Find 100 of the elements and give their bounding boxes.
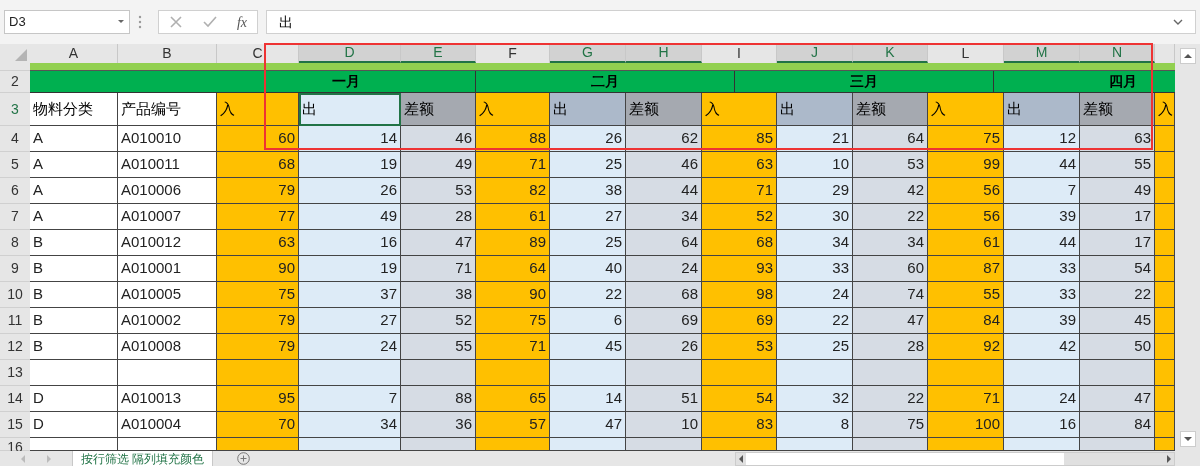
header-cell: 物料分类 (30, 93, 118, 126)
row-header[interactable]: 4 (0, 126, 30, 152)
header-cell: 入 (217, 93, 299, 126)
table-cell: A010004 (118, 412, 217, 438)
table-cell: 29 (777, 178, 853, 204)
row-header[interactable]: 5 (0, 152, 30, 178)
table-cell: 16 (1004, 412, 1080, 438)
table-cell (1155, 360, 1175, 386)
row-header[interactable]: 14 (0, 386, 30, 412)
table-cell: 26 (626, 334, 702, 360)
table-cell: 88 (401, 386, 476, 412)
table-cell: 100 (928, 412, 1004, 438)
scroll-down-icon[interactable] (1179, 431, 1196, 447)
row-header[interactable]: 13 (0, 360, 30, 386)
table-cell: 44 (1004, 230, 1080, 256)
row-header[interactable]: 10 (0, 282, 30, 308)
table-cell: 24 (299, 334, 401, 360)
table-cell: 19 (299, 256, 401, 282)
table-cell: 74 (853, 282, 928, 308)
row-header[interactable]: 11 (0, 308, 30, 334)
table-cell: D (30, 412, 118, 438)
table-cell: 79 (217, 334, 299, 360)
table-cell: 24 (1004, 386, 1080, 412)
table-cell: 92 (928, 334, 1004, 360)
dropdown-caret-icon[interactable] (117, 19, 125, 25)
header-cell: 差额 (626, 93, 702, 126)
table-cell: 34 (299, 412, 401, 438)
row-header[interactable]: 6 (0, 178, 30, 204)
table-cell: 32 (777, 386, 853, 412)
table-cell: A010012 (118, 230, 217, 256)
table-cell: 75 (928, 126, 1004, 152)
table-cell: 53 (401, 178, 476, 204)
table-cell: 84 (1080, 412, 1155, 438)
table-cell: 40 (550, 256, 626, 282)
table-cell: 84 (928, 308, 1004, 334)
row-header[interactable]: 12 (0, 334, 30, 360)
expand-caret-icon[interactable] (1173, 19, 1183, 25)
table-cell: 34 (853, 230, 928, 256)
row-header[interactable] (0, 63, 30, 71)
row-header[interactable]: 3 (0, 93, 30, 126)
table-cell: 33 (777, 256, 853, 282)
table-cell: 42 (853, 178, 928, 204)
table-cell: 28 (401, 204, 476, 230)
check-icon[interactable] (202, 15, 217, 29)
table-cell: 50 (1080, 334, 1155, 360)
table-cell: 34 (626, 204, 702, 230)
table-cell: 53 (702, 334, 777, 360)
table-cell: 60 (853, 256, 928, 282)
header-cell: 出 (1004, 93, 1080, 126)
table-cell: A010011 (118, 152, 217, 178)
horizontal-scrollbar[interactable] (735, 451, 1175, 466)
table-cell: 87 (928, 256, 1004, 282)
table-cell: 54 (1080, 256, 1155, 282)
sheet-tab[interactable]: 按行筛选 隔列填充颜色 (72, 451, 214, 466)
row-header[interactable]: 15 (0, 412, 30, 438)
table-cell (1155, 334, 1175, 360)
scroll-up-icon[interactable] (1179, 48, 1196, 64)
table-cell: 12 (1004, 126, 1080, 152)
table-cell: 16 (299, 230, 401, 256)
table-cell: 33 (1004, 282, 1080, 308)
next-sheet-icon[interactable] (46, 454, 52, 463)
table-cell: 25 (777, 334, 853, 360)
table-cell (1155, 282, 1175, 308)
scroll-right-icon[interactable] (1164, 453, 1174, 464)
table-cell: 22 (550, 282, 626, 308)
previous-sheet-icon[interactable] (20, 454, 26, 463)
table-cell (1155, 126, 1175, 152)
insert-function-button[interactable]: fx (236, 11, 247, 33)
table-cell: 7 (1004, 178, 1080, 204)
scroll-thumb[interactable] (746, 452, 1064, 465)
row-header[interactable]: 8 (0, 230, 30, 256)
row-header[interactable]: 2 (0, 71, 30, 93)
table-cell: 10 (626, 412, 702, 438)
table-cell: 51 (626, 386, 702, 412)
table-cell: 17 (1080, 204, 1155, 230)
formula-input[interactable]: 出 (266, 10, 1196, 34)
table-cell: 75 (853, 412, 928, 438)
table-cell: 26 (550, 126, 626, 152)
add-sheet-icon[interactable] (237, 452, 251, 465)
table-cell: 79 (217, 308, 299, 334)
table-cell: 99 (928, 152, 1004, 178)
table-cell (1155, 386, 1175, 412)
table-cell (1155, 230, 1175, 256)
table-cell: 62 (626, 126, 702, 152)
row-header[interactable]: 7 (0, 204, 30, 230)
table-cell: 64 (853, 126, 928, 152)
table-cell: 70 (217, 412, 299, 438)
month-header: 二月 (476, 71, 735, 93)
table-cell: 24 (777, 282, 853, 308)
table-cell: 57 (476, 412, 550, 438)
table-cell: 24 (626, 256, 702, 282)
select-all-icon[interactable] (15, 49, 27, 61)
row-header[interactable]: 9 (0, 256, 30, 282)
name-box[interactable]: D3 (4, 10, 130, 34)
cancel-icon[interactable] (168, 15, 183, 29)
table-cell: 75 (217, 282, 299, 308)
table-cell: 71 (702, 178, 777, 204)
table-cell: 79 (217, 178, 299, 204)
table-cell: 44 (626, 178, 702, 204)
table-cell: 47 (853, 308, 928, 334)
